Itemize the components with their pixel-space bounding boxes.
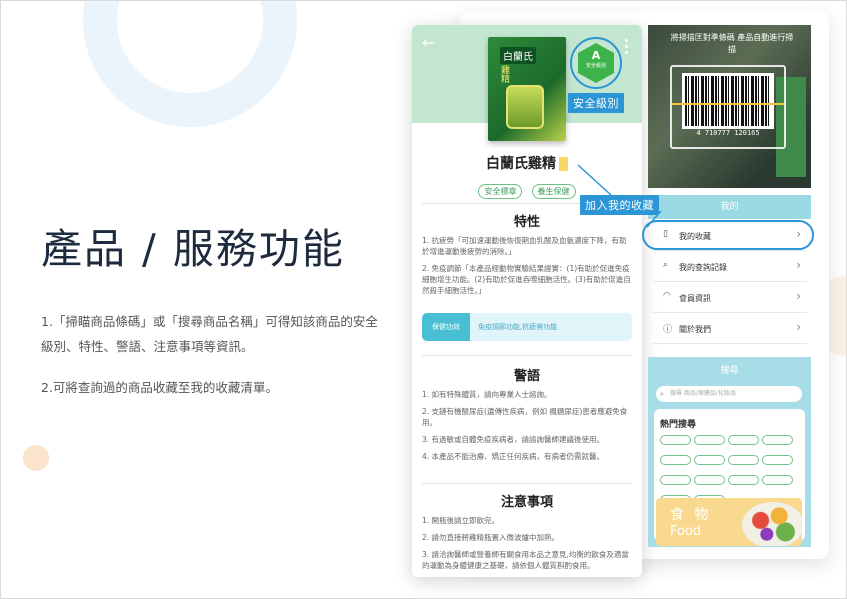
hot-search-tag[interactable] (762, 435, 793, 445)
search-icon: ⌕ (663, 260, 669, 270)
hot-search-title: 熱門搜尋 (660, 420, 697, 430)
person-icon: ◠ (663, 291, 671, 301)
menu-item-search-history[interactable]: ⌕ 我的查詢記錄 › (653, 252, 807, 282)
health-function-value: 免疫調節功能,抗疲勞功能 (478, 323, 558, 331)
hot-search-tag[interactable] (728, 455, 759, 465)
list-item: 2. 支鏈有機酸尿症(遺傳性疾病，例如 楓糖尿症)患者應避免食用。 (422, 407, 628, 427)
hot-search-tag[interactable] (728, 435, 759, 445)
features-list: 1. 抗疲勞「可加速運動後恢復期血乳酸及血氨濃度下降，有助於增進運動後疲勞的消除… (422, 235, 634, 302)
hot-search-tag[interactable] (660, 435, 691, 445)
feature-description-1: 1.「掃瞄商品條碼」或「搜尋商品名稱」可得知該商品的安全級別、特性、警語、注意事… (41, 314, 378, 354)
fruit-bowl-image (742, 502, 802, 546)
hot-search-tag[interactable] (762, 475, 793, 485)
list-item: 1. 開瓶後請立即飲完。 (422, 516, 500, 525)
product-detail-screen: ← 白蘭氏 雞精 A 安全級別 安全級別 白蘭氏雞精 安全標章 養生保健 特性 … (412, 25, 642, 577)
warnings-title: 警語 (513, 369, 540, 384)
hot-search-tag[interactable] (694, 455, 725, 465)
slide-heading: 產品 / 服務功能 (41, 225, 345, 273)
notes-title: 注意事項 (500, 495, 553, 510)
back-arrow-icon[interactable]: ← (422, 33, 435, 52)
more-options-icon[interactable] (625, 39, 629, 54)
info-icon: ⓘ (663, 325, 673, 335)
scan-line (672, 103, 784, 105)
safety-grade-caption: 安全級別 (585, 63, 606, 69)
notes-list: 1. 開瓶後請立即飲完。 2. 請勿直接將雞精瓶置入微波爐中加熱。 3. 請洽詢… (422, 515, 634, 577)
menu-item-member-info[interactable]: ◠ 會員資訊 › (653, 283, 807, 313)
decorative-ring (83, 1, 297, 127)
divider (422, 483, 632, 484)
favorites-highlight (642, 220, 814, 250)
food-category-label: 食 物 (670, 507, 712, 523)
product-tag: 安全標章 (478, 184, 523, 199)
product-box-name: 雞精 (499, 65, 509, 83)
product-jar-graphic (506, 85, 544, 129)
warnings-list: 1. 如有特殊體質，請向專業人士諮詢。 2. 支鏈有機酸尿症(遺傳性疾病，例如 … (422, 389, 634, 468)
divider (422, 355, 632, 356)
product-tag: 養生保健 (531, 184, 576, 199)
hot-search-tag[interactable] (694, 435, 725, 445)
safety-level-callout: 安全級別 (568, 93, 624, 113)
barcode-number: 4 710777 120165 (696, 129, 760, 137)
chevron-right-icon: › (796, 320, 801, 334)
list-item: 3. 請洽詢醫師或營養師有關食用本品之意見,均衡的飲食及適當的運動為身體健康之基… (422, 550, 629, 570)
decorative-dot (23, 445, 49, 471)
search-icon: ⌕ (660, 390, 664, 398)
slide: 產品 / 服務功能 1.「掃瞄商品條碼」或「搜尋商品名稱」可得知該商品的安全級別… (0, 0, 847, 599)
food-category-card[interactable]: 食 物 Food (656, 498, 802, 546)
hot-search-tag[interactable] (762, 455, 793, 465)
menu-item-about-us[interactable]: ⓘ 關於我們 › (653, 314, 807, 344)
list-item: 3. 有過敏或自體免疫疾病者，請諮詢醫師建議後使用。 (422, 435, 605, 444)
product-title: 白蘭氏雞精 (412, 153, 642, 173)
search-input[interactable]: ⌕ 搜尋 商品/保健品/化妝品 (656, 386, 802, 402)
search-placeholder: 搜尋 商品/保健品/化妝品 (670, 390, 736, 397)
favorite-bookmark-icon[interactable] (559, 157, 568, 171)
hot-search-tag[interactable] (660, 455, 691, 465)
menu-item-label: 關於我們 (679, 325, 711, 334)
hot-search-tag[interactable] (728, 475, 759, 485)
feature-description-2: 2.可將查詢過的商品收藏至我的收藏清單。 (41, 380, 278, 395)
chevron-right-icon: › (796, 289, 801, 303)
scanner-hint: 將掃描匡對準條碼 產品自動進行掃描 (670, 33, 794, 54)
list-item: 1. 如有特殊體質，請向專業人士諮詢。 (422, 390, 552, 399)
menu-item-label: 我的查詢記錄 (679, 263, 727, 272)
add-to-favorites-callout: 加入我的收藏 (580, 195, 659, 215)
search-title: 搜尋 (720, 366, 739, 376)
product-box-brand: 白蘭氏 (500, 47, 536, 64)
product-title-text: 白蘭氏雞精 (486, 156, 556, 172)
my-menu-header: 我的 (648, 195, 811, 219)
list-item: 1. 抗疲勞「可加速運動後恢復期血乳酸及血氨濃度下降，有助於增進運動後疲勞的消除… (422, 236, 627, 256)
product-image: 白蘭氏 雞精 (488, 37, 566, 141)
list-item: 2. 免疫調節「本產品經動物實驗結果證實：(1)有助於促進免疫細胞增生功能。(2… (422, 264, 631, 295)
health-function-box: 保健功效 免疫調節功能,抗疲勞功能 (422, 313, 632, 341)
health-function-label: 保健功效 (422, 313, 470, 341)
list-item: 4. 本產品不能治療、矯正任何疾病，有病者仍需就醫。 (422, 452, 605, 461)
hot-search-tag[interactable] (660, 475, 691, 485)
list-item: 2. 請勿直接將雞精瓶置入微波爐中加熱。 (422, 533, 560, 542)
food-category-label-en: Food (670, 524, 702, 539)
hot-search-tag[interactable] (694, 475, 725, 485)
barcode-scanner-view[interactable]: 將掃描匡對準條碼 產品自動進行掃描 4 710777 120165 (648, 25, 811, 188)
chevron-right-icon: › (796, 258, 801, 272)
menu-item-label: 會員資訊 (679, 294, 711, 303)
